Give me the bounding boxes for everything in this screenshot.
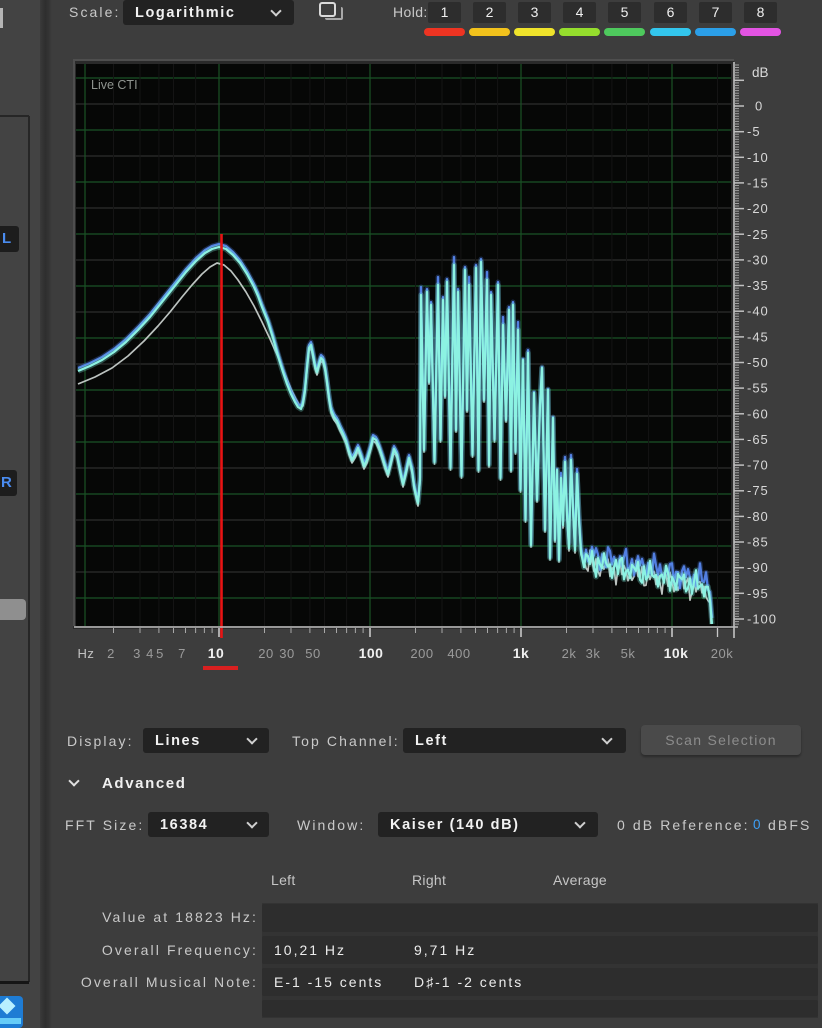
svg-text:-10: -10 — [747, 150, 769, 165]
svg-text:dB: dB — [752, 65, 769, 80]
svg-text:-15: -15 — [747, 175, 769, 190]
svg-text:-85: -85 — [747, 535, 769, 550]
svg-text:4: 4 — [146, 646, 154, 661]
svg-text:-70: -70 — [747, 458, 769, 473]
svg-text:-60: -60 — [747, 406, 769, 421]
svg-text:2: 2 — [107, 646, 115, 661]
svg-text:400: 400 — [447, 646, 470, 661]
svg-text:30: 30 — [279, 646, 294, 661]
svg-text:50: 50 — [305, 646, 320, 661]
svg-text:Hz: Hz — [78, 646, 95, 661]
svg-text:200: 200 — [410, 646, 433, 661]
svg-text:-20: -20 — [747, 201, 769, 216]
svg-text:0: 0 — [755, 99, 763, 114]
svg-text:3: 3 — [133, 646, 141, 661]
svg-text:-50: -50 — [747, 355, 769, 370]
svg-text:-45: -45 — [747, 329, 769, 344]
svg-text:7: 7 — [178, 646, 186, 661]
svg-text:-35: -35 — [747, 278, 769, 293]
svg-text:-25: -25 — [747, 227, 769, 242]
svg-text:-100: -100 — [747, 612, 777, 627]
svg-text:-80: -80 — [747, 509, 769, 524]
svg-text:2k: 2k — [562, 646, 577, 661]
svg-text:5k: 5k — [621, 646, 636, 661]
svg-text:20k: 20k — [711, 646, 733, 661]
svg-text:-95: -95 — [747, 586, 769, 601]
svg-text:-75: -75 — [747, 483, 769, 498]
svg-text:1k: 1k — [513, 645, 530, 661]
svg-text:-55: -55 — [747, 381, 769, 396]
svg-text:-5: -5 — [747, 124, 761, 139]
svg-text:100: 100 — [359, 645, 384, 661]
svg-text:3k: 3k — [586, 646, 601, 661]
svg-text:10k: 10k — [664, 645, 689, 661]
svg-text:5: 5 — [156, 646, 164, 661]
svg-text:Live CTI: Live CTI — [91, 78, 138, 92]
svg-text:10: 10 — [208, 645, 225, 661]
svg-text:-90: -90 — [747, 560, 769, 575]
svg-text:-40: -40 — [747, 304, 769, 319]
svg-text:20: 20 — [258, 646, 273, 661]
svg-text:-30: -30 — [747, 252, 769, 267]
svg-text:-65: -65 — [747, 432, 769, 447]
